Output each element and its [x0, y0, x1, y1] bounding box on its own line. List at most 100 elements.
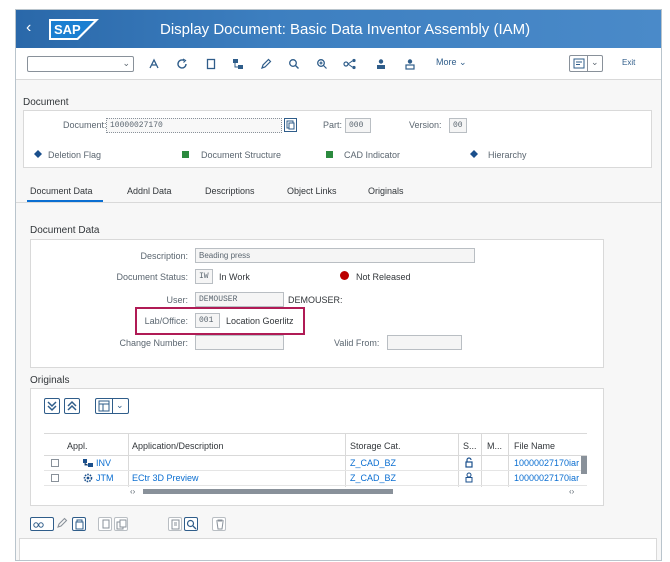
- document-structure-icon: [182, 151, 189, 158]
- user-field: DEMOUSER: [195, 292, 284, 307]
- originals-table: Appl. Application/Description Storage Ca…: [44, 433, 587, 496]
- deletion-flag-icon: [34, 150, 42, 158]
- transaction-icon[interactable]: [146, 56, 162, 72]
- tab-object-links[interactable]: Object Links: [287, 186, 337, 196]
- description-field: Beading press: [195, 248, 475, 263]
- status-code-field: IW: [195, 269, 213, 284]
- column-header-storage[interactable]: Storage Cat.: [350, 441, 401, 451]
- user-lock-icon: [464, 472, 474, 483]
- search-icon[interactable]: [184, 517, 198, 531]
- table-row[interactable]: JTM ECtr 3D Preview Z_CAD_BZ 10000027170…: [44, 471, 587, 486]
- originals-section-title: Originals: [30, 375, 70, 386]
- user-full-name: DEMOUSER:: [288, 295, 343, 305]
- legend-hierarchy: Hierarchy: [488, 150, 527, 160]
- table-layout-button[interactable]: ⌄: [95, 398, 129, 414]
- file-name[interactable]: 10000027170iar: [514, 458, 586, 468]
- collapse-all-icon[interactable]: [64, 398, 80, 414]
- document-status-label: Document Status:: [116, 272, 188, 282]
- search-next-icon[interactable]: [314, 56, 330, 72]
- application-toolbar: ⌄ More ⌄ ⌄ Exit: [16, 48, 661, 80]
- back-icon[interactable]: ‹: [26, 18, 40, 38]
- part-field: 000: [345, 118, 371, 133]
- appl-code[interactable]: JTM: [96, 473, 114, 483]
- delete-icon[interactable]: [212, 517, 226, 531]
- scroll-right-icon[interactable]: ‹›: [569, 487, 579, 496]
- storage-category[interactable]: Z_CAD_BZ: [350, 458, 396, 468]
- appl-code[interactable]: INV: [96, 458, 111, 468]
- row-description[interactable]: ECtr 3D Preview: [132, 473, 199, 483]
- row-checkbox[interactable]: [51, 459, 59, 467]
- table-row[interactable]: INV Z_CAD_BZ 10000027170iar: [44, 456, 587, 471]
- valid-from-label: Valid From:: [334, 338, 380, 348]
- document-label: Document:: [63, 120, 107, 130]
- tab-descriptions[interactable]: Descriptions: [205, 186, 255, 196]
- sap-window: ‹ SAP Display Document: Basic Data Inven…: [15, 9, 662, 561]
- checkin-icon[interactable]: [168, 517, 182, 531]
- chevron-down-icon: ⌄: [459, 57, 467, 67]
- tab-document-data[interactable]: Document Data: [30, 186, 93, 196]
- user-settings-icon[interactable]: [402, 56, 418, 72]
- copy-icon[interactable]: [114, 517, 128, 531]
- sap-logo[interactable]: SAP: [49, 19, 99, 40]
- display-button[interactable]: [30, 517, 54, 531]
- tab-originals[interactable]: Originals: [368, 186, 404, 196]
- hierarchy-icon: [470, 150, 478, 158]
- lab-office-text: Location Goerlitz: [226, 316, 294, 326]
- column-header-file-name[interactable]: File Name: [514, 441, 555, 451]
- content-viewer-panel: [19, 538, 657, 560]
- user-icon[interactable]: [373, 56, 389, 72]
- horizontal-scrollbar[interactable]: [143, 489, 393, 494]
- chevron-down-icon[interactable]: ⌄: [122, 58, 130, 69]
- description-label: Description:: [140, 251, 188, 261]
- tab-strip: Document Data Addnl Data Descriptions Ob…: [16, 180, 661, 203]
- more-menu-button[interactable]: More ⌄: [436, 57, 467, 68]
- edit-pencil-icon[interactable]: [258, 56, 274, 72]
- user-label: User:: [166, 295, 188, 305]
- structure-icon[interactable]: [230, 56, 246, 72]
- sap-logo-text: SAP: [54, 22, 81, 37]
- version-field: 00: [449, 118, 467, 133]
- unlock-icon: [464, 457, 474, 468]
- column-header-appl[interactable]: Appl.: [67, 441, 88, 451]
- page-title: Display Document: Basic Data Inventor As…: [160, 21, 531, 38]
- edit-pencil-icon[interactable]: [56, 517, 69, 531]
- relationship-icon[interactable]: [342, 56, 358, 72]
- legend-deletion-flag: Deletion Flag: [48, 150, 102, 160]
- document-section-title: Document: [23, 97, 69, 108]
- chevron-down-icon: ⌄: [591, 57, 599, 67]
- document-data-section-title: Document Data: [30, 225, 100, 236]
- document-number-field[interactable]: 10000027170: [106, 118, 282, 133]
- shell-header: ‹ SAP Display Document: Basic Data Inven…: [16, 10, 661, 48]
- legend-document-structure: Document Structure: [201, 150, 282, 160]
- chevron-down-icon: ⌄: [116, 400, 124, 410]
- command-field[interactable]: ⌄: [27, 56, 134, 72]
- scroll-left-icon[interactable]: ‹›: [130, 487, 140, 496]
- layout-menu-button[interactable]: ⌄: [569, 55, 603, 72]
- refresh-icon[interactable]: [174, 56, 190, 72]
- column-header-status[interactable]: S...: [463, 441, 477, 451]
- status-text: In Work: [219, 272, 250, 282]
- lab-office-label: Lab/Office:: [144, 316, 188, 326]
- search-icon[interactable]: [286, 56, 302, 72]
- change-number-label: Change Number:: [119, 338, 188, 348]
- column-header-m[interactable]: M...: [487, 441, 502, 451]
- change-number-field: [195, 335, 284, 350]
- row-checkbox[interactable]: [51, 474, 59, 482]
- vertical-scrollbar[interactable]: [581, 456, 587, 474]
- lab-office-code-field: 001: [195, 313, 220, 328]
- storage-category[interactable]: Z_CAD_BZ: [350, 473, 396, 483]
- more-label: More: [436, 57, 457, 67]
- file-name[interactable]: 10000027170iar: [514, 473, 586, 483]
- expand-all-icon[interactable]: [44, 398, 60, 414]
- not-released-status-icon: [340, 271, 349, 280]
- originals-panel: ⌄ Appl. Application/Description Storage …: [30, 388, 604, 506]
- value-help-icon[interactable]: [284, 118, 297, 132]
- column-header-description[interactable]: Application/Description: [132, 441, 224, 451]
- exit-button[interactable]: Exit: [622, 58, 635, 67]
- version-label: Version:: [409, 120, 442, 130]
- active-tab-indicator: [27, 200, 103, 202]
- new-document-icon[interactable]: [98, 517, 112, 531]
- document-icon[interactable]: [203, 56, 219, 72]
- tab-addnl-data[interactable]: Addnl Data: [127, 186, 172, 196]
- open-original-button[interactable]: [72, 517, 86, 531]
